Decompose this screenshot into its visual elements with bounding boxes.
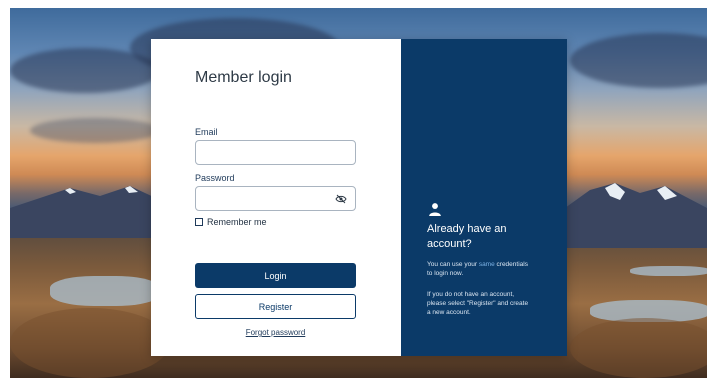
eye-slash-icon[interactable]	[335, 193, 347, 205]
info-panel: Already have an account? You can use you…	[401, 39, 567, 356]
email-label: Email	[195, 127, 218, 137]
info-text-line: If you do not have an account,	[427, 291, 515, 298]
shrubs	[570, 318, 707, 378]
register-button[interactable]: Register	[195, 294, 356, 319]
info-text-part: credentials	[496, 261, 528, 268]
info-text-line: please select "Register" and create	[427, 300, 529, 307]
info-heading-line2: account?	[427, 238, 472, 250]
mountain-right	[565, 183, 707, 248]
info-heading-line1: Already have an	[427, 223, 507, 235]
password-input[interactable]	[195, 186, 356, 211]
info-text-line: a new account.	[427, 309, 471, 316]
info-text-existing: You can use your same credentials to log…	[427, 260, 557, 278]
login-panel: Member login Email Password Remember me …	[151, 39, 401, 356]
remember-me[interactable]: Remember me	[195, 217, 267, 227]
info-heading: Already have an account?	[427, 222, 557, 252]
user-icon	[429, 203, 441, 216]
email-input[interactable]	[195, 140, 356, 165]
login-title: Member login	[195, 69, 292, 86]
forgot-password-link[interactable]: Forgot password	[195, 328, 356, 337]
cloud	[30, 118, 160, 143]
mountain-left	[10, 186, 160, 238]
login-button[interactable]: Login	[195, 263, 356, 288]
login-card: Member login Email Password Remember me …	[151, 39, 567, 356]
river	[50, 276, 160, 306]
password-label: Password	[195, 173, 235, 183]
shrubs	[10, 308, 170, 378]
info-text-new: If you do not have an account, please se…	[427, 290, 557, 317]
info-text-part: You can use your	[427, 261, 477, 268]
cloud	[570, 33, 707, 88]
remember-label: Remember me	[207, 217, 267, 227]
remember-checkbox[interactable]	[195, 218, 203, 226]
cloud	[10, 48, 160, 93]
river	[630, 266, 707, 276]
info-text-line: to login now.	[427, 270, 464, 277]
info-text-highlight: same	[478, 261, 495, 268]
